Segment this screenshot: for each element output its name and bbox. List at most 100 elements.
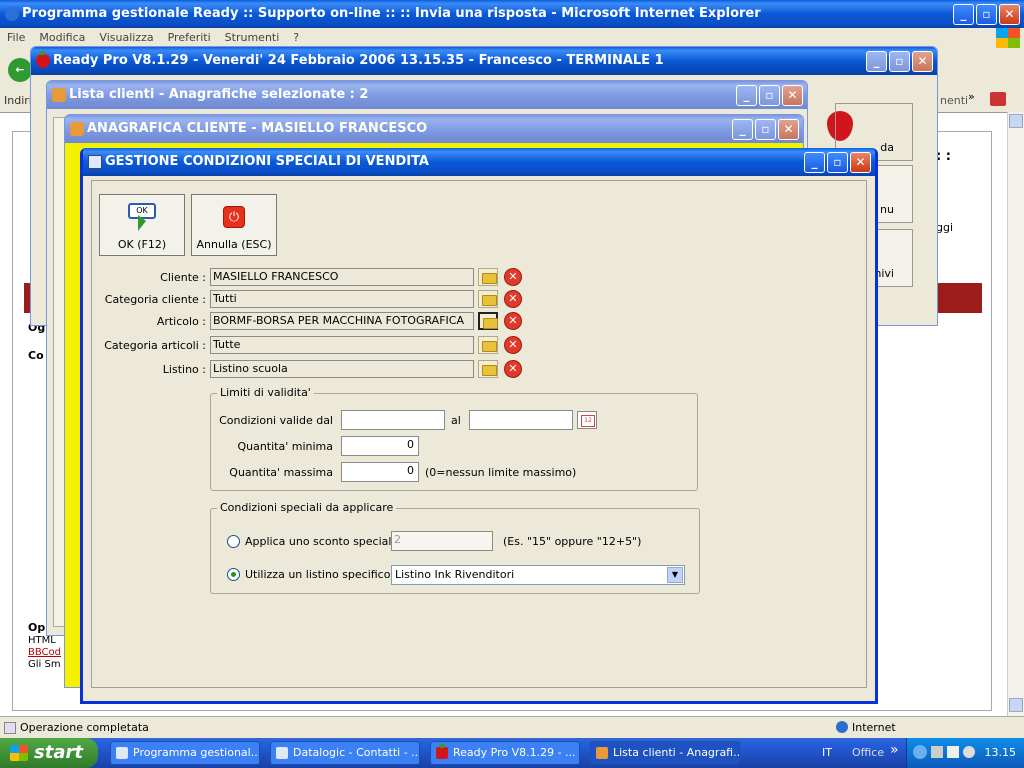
annulla-button[interactable]: ⏻ Annulla (ESC)	[191, 194, 277, 256]
anagrafica-title-bar: ANAGRAFICA CLIENTE - MASIELLO FRANCESCO …	[65, 115, 803, 143]
language-indicator[interactable]: IT	[822, 746, 832, 759]
ie-icon	[5, 7, 19, 21]
sconto-label: Applica uno sconto speciale	[245, 535, 399, 548]
articolo-clear-icon[interactable]: ✕	[504, 312, 522, 330]
chevron-right-icon[interactable]: »	[968, 90, 975, 103]
categoria-articoli-folder-icon[interactable]	[478, 336, 498, 354]
menu-strumenti[interactable]: Strumenti	[218, 28, 287, 47]
menu-modifica[interactable]: Modifica	[32, 28, 92, 47]
qmin-input[interactable]: 0	[341, 436, 419, 456]
ie-maximize-button[interactable]: ▫	[976, 4, 997, 25]
dialog-maximize-button[interactable]: ▫	[827, 152, 848, 173]
windows-logo-icon	[996, 28, 1020, 48]
volume-icon[interactable]	[963, 746, 975, 758]
cliente-field[interactable]: MASIELLO FRANCESCO	[210, 268, 474, 286]
page-frag-bbcode-link[interactable]: BBCod	[28, 647, 61, 658]
listino-specifico-value: Listino Ink Rivenditori	[395, 568, 515, 581]
cliente-folder-icon[interactable]	[478, 268, 498, 286]
listino-field[interactable]: Listino scuola	[210, 360, 474, 378]
menu-help[interactable]: ?	[286, 28, 306, 47]
status-zone: Internet	[852, 721, 896, 734]
page-frag-ggi: ggi	[936, 221, 954, 234]
qmax-label: Quantita' massima	[229, 466, 333, 479]
listino-specifico-radio[interactable]	[227, 568, 240, 581]
chevron-down-icon[interactable]: ▼	[667, 567, 683, 583]
menu-file[interactable]: File	[0, 28, 32, 47]
task-lista-clienti[interactable]: Lista clienti - Anagrafi...	[590, 741, 740, 765]
mail-icon[interactable]	[947, 746, 959, 758]
limiti-validita-group: Limiti di validita' Condizioni valide da…	[210, 386, 698, 491]
condizioni-group: Condizioni speciali da applicare Applica…	[210, 501, 700, 594]
ie-close-button[interactable]: ✕	[999, 4, 1020, 25]
dialog-close-button[interactable]: ✕	[850, 152, 871, 173]
ie-scrollbar[interactable]	[1007, 112, 1024, 716]
lista-minimize-button[interactable]: _	[736, 85, 757, 106]
ready-pro-close-button[interactable]: ✕	[912, 51, 933, 72]
condizioni-speciali-dialog: GESTIONE CONDIZIONI SPECIALI DI VENDITA …	[80, 148, 878, 704]
taskbar: start Programma gestional... Datalogic -…	[0, 738, 1024, 768]
task-programma[interactable]: Programma gestional...	[110, 741, 260, 765]
listino-clear-icon[interactable]: ✕	[504, 360, 522, 378]
research-icon[interactable]	[990, 92, 1006, 106]
ie-task-icon	[116, 747, 128, 759]
qmax-hint: (0=nessun limite massimo)	[425, 466, 577, 479]
categoria-articoli-field[interactable]: Tutte	[210, 336, 474, 354]
articolo-field[interactable]: BORMF-BORSA PER MACCHINA FOTOGRAFICA	[210, 312, 474, 330]
lista-close-button[interactable]: ✕	[782, 85, 803, 106]
categoria-articoli-label: Categoria articoli :	[104, 339, 206, 352]
cliente-label: Cliente :	[160, 271, 206, 284]
ready-pro-maximize-button[interactable]: ▫	[889, 51, 910, 72]
categoria-cliente-field[interactable]: Tutti	[210, 290, 474, 308]
strawberry-task-icon	[436, 744, 448, 759]
dal-input[interactable]	[341, 410, 445, 430]
network-icon[interactable]	[931, 746, 943, 758]
articolo-folder-icon[interactable]	[478, 312, 498, 330]
back-icon[interactable]	[913, 745, 927, 759]
office-toolbar[interactable]: Office	[852, 746, 884, 759]
power-icon: ⏻	[223, 206, 245, 228]
task-datalogic[interactable]: Datalogic - Contatti - ...	[270, 741, 420, 765]
lista-maximize-button[interactable]: ▫	[759, 85, 780, 106]
menu-preferiti[interactable]: Preferiti	[161, 28, 218, 47]
listino-specifico-select[interactable]: Listino Ink Rivenditori ▼	[391, 565, 685, 585]
calendar-icon[interactable]	[577, 411, 597, 429]
windows-flag-icon	[10, 745, 28, 761]
categoria-cliente-folder-icon[interactable]	[478, 290, 498, 308]
start-label: start	[34, 742, 83, 763]
task-ready-pro[interactable]: Ready Pro V8.1.29 - ...	[430, 741, 580, 765]
dialog-minimize-button[interactable]: _	[804, 152, 825, 173]
globe-icon	[836, 721, 848, 733]
ie-minimize-button[interactable]: _	[953, 4, 974, 25]
ok-label: OK (F12)	[117, 238, 167, 251]
anagrafica-title: ANAGRAFICA CLIENTE - MASIELLO FRANCESCO	[87, 121, 428, 136]
menu-visualizza[interactable]: Visualizza	[92, 28, 160, 47]
people-icon	[52, 88, 66, 102]
start-button[interactable]: start	[0, 738, 98, 768]
categoria-articoli-clear-icon[interactable]: ✕	[504, 336, 522, 354]
listino-specifico-label: Utilizza un listino specifico	[245, 568, 391, 581]
chevron-right-icon[interactable]: »	[890, 742, 899, 758]
listino-label: Listino :	[162, 363, 206, 376]
page-frag-smilies: Gli Sm	[28, 659, 61, 670]
lista-clienti-title-bar: Lista clienti - Anagrafiche selezionate …	[47, 81, 807, 109]
page-frag-op: Op	[28, 621, 46, 634]
system-tray: 13.15	[906, 738, 1024, 768]
sconto-input[interactable]: 2	[391, 531, 493, 551]
page-frag-colon: : :	[936, 149, 951, 164]
qmax-input[interactable]: 0	[341, 462, 419, 482]
al-input[interactable]	[469, 410, 573, 430]
listino-folder-icon[interactable]	[478, 360, 498, 378]
page-frag-co: Co	[28, 349, 44, 362]
page-icon	[4, 722, 16, 734]
anagrafica-close-button[interactable]: ✕	[778, 119, 799, 140]
sconto-radio[interactable]	[227, 535, 240, 548]
categoria-cliente-clear-icon[interactable]: ✕	[504, 290, 522, 308]
toolbar-links-label: nenti	[940, 94, 969, 107]
anagrafica-minimize-button[interactable]: _	[732, 119, 753, 140]
back-arrow-icon[interactable]: ←	[8, 58, 32, 82]
ready-pro-minimize-button[interactable]: _	[866, 51, 887, 72]
cliente-clear-icon[interactable]: ✕	[504, 268, 522, 286]
ok-button[interactable]: OK OK (F12)	[99, 194, 185, 256]
condizioni-title: Condizioni speciali da applicare	[217, 501, 397, 514]
anagrafica-maximize-button[interactable]: ▫	[755, 119, 776, 140]
